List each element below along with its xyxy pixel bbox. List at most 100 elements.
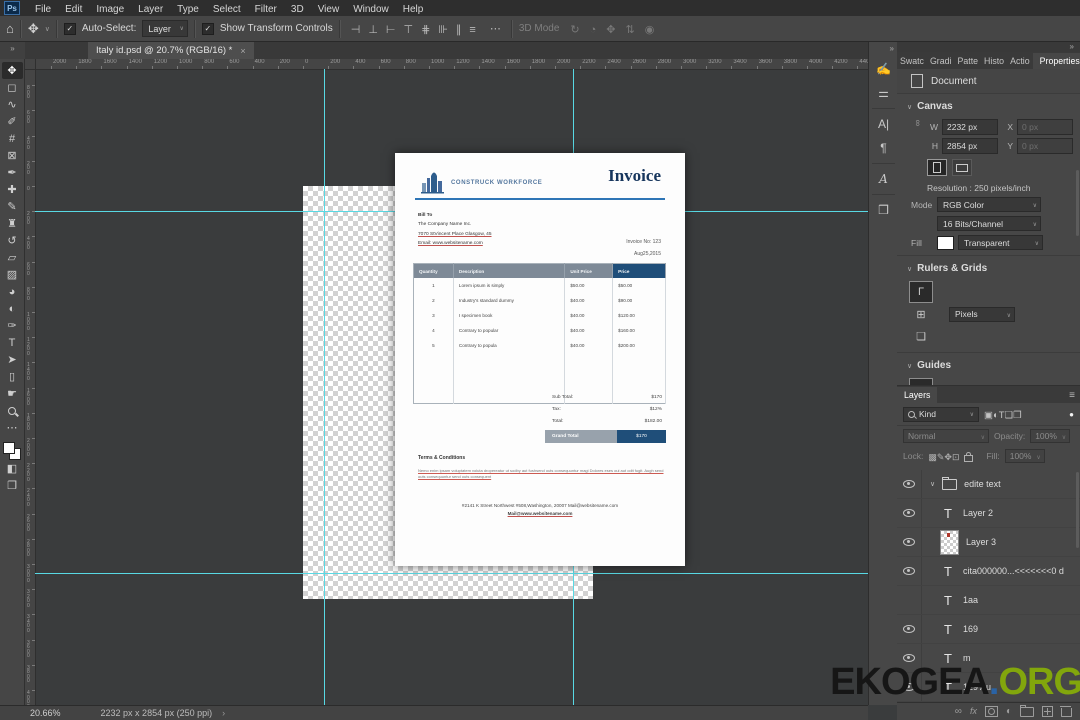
guides-section-header[interactable]: ∨ Guides	[897, 353, 1080, 375]
lock-artboard-icon[interactable]: ⊡	[952, 452, 960, 462]
auto-select-dropdown[interactable]: Layer ∨	[142, 20, 188, 37]
color-mode-dropdown[interactable]: RGB Color ∨	[937, 197, 1041, 212]
layer-effects-icon[interactable]: fx	[970, 707, 977, 716]
new-group-icon[interactable]	[1020, 704, 1034, 717]
edit-toolbar-tool[interactable]: ⋯	[2, 419, 23, 436]
menu-type[interactable]: Type	[170, 4, 206, 15]
menu-3d[interactable]: 3D	[284, 4, 311, 15]
distribute-left-icon[interactable]: ⋕	[417, 24, 434, 36]
status-arrow-icon[interactable]: ›	[222, 708, 225, 718]
close-tab-icon[interactable]: ×	[240, 46, 245, 56]
auto-select-checkbox[interactable]: ✓	[63, 22, 76, 35]
menu-layer[interactable]: Layer	[131, 4, 170, 15]
lock-all-icon[interactable]	[964, 451, 974, 462]
move-tool-preset-icon[interactable]: ✥	[28, 22, 39, 35]
eyedropper-tool[interactable]: ✒	[2, 164, 23, 181]
more-options-icon[interactable]: ⋯	[486, 22, 505, 35]
3d-drag-icon[interactable]: ✥	[601, 24, 620, 36]
libraries-panel-icon[interactable]: ❒	[869, 198, 898, 222]
ruler-units-dropdown[interactable]: Pixels ∨	[949, 306, 1015, 322]
path-select-tool[interactable]: ➤	[2, 351, 23, 368]
filter-kind-dropdown[interactable]: Kind ∨	[903, 406, 979, 422]
layer-row[interactable]: ∨ edite text	[897, 470, 1080, 499]
quick-select-tool[interactable]: ✐	[2, 113, 23, 130]
align-horizontal-centers-icon[interactable]: ⊥	[364, 24, 382, 36]
fill-dropdown[interactable]: Transparent ∨	[958, 235, 1043, 250]
layer-row[interactable]: T 169	[897, 615, 1080, 644]
visibility-toggle[interactable]	[897, 528, 922, 556]
toolbar-expand-icon[interactable]: »	[0, 42, 25, 59]
tab-properties[interactable]: Properties	[1032, 53, 1080, 69]
ruler-corner[interactable]	[25, 59, 36, 70]
3d-roll-icon[interactable]: ◔	[585, 24, 602, 36]
history-brush-tool[interactable]: ↺	[2, 232, 23, 249]
panel-menu-icon[interactable]: ≡	[1069, 390, 1080, 403]
clone-source-icon[interactable]: ⚌	[869, 81, 898, 105]
menu-file[interactable]: File	[28, 4, 58, 15]
adjustment-layer-icon[interactable]: ◐	[1006, 706, 1012, 717]
height-input[interactable]: 2854 px	[942, 138, 998, 154]
menu-window[interactable]: Window	[346, 4, 396, 15]
layer-name[interactable]: Layer 2	[963, 508, 993, 518]
layer-row[interactable]: Layer 3	[897, 528, 1080, 557]
lock-transparency-icon[interactable]: ▩	[928, 452, 937, 462]
layer-row[interactable]: T 1aa	[897, 586, 1080, 615]
new-layer-icon[interactable]	[1042, 706, 1053, 717]
layers-scrollbar[interactable]	[1076, 472, 1079, 548]
filter-smart-objects-icon[interactable]: ❒	[1013, 410, 1022, 421]
tab-layers[interactable]: Layers	[897, 387, 938, 403]
crop-tool[interactable]: #	[2, 130, 23, 147]
clone-stamp-tool[interactable]: ♜	[2, 215, 23, 232]
3d-camera-icon[interactable]: ◉	[640, 24, 660, 36]
eraser-tool[interactable]: ▱	[2, 249, 23, 266]
zoom-tool[interactable]	[2, 402, 23, 419]
home-icon[interactable]: ⌂	[6, 22, 14, 35]
tab-histo[interactable]: Histo	[981, 53, 1007, 69]
expand-panels-icon[interactable]: »	[869, 42, 898, 57]
shape-tool[interactable]: ▯	[2, 368, 23, 385]
show-transform-checkbox[interactable]: ✓	[201, 22, 214, 35]
dodge-tool[interactable]: ◐	[2, 300, 23, 317]
delete-layer-icon[interactable]	[1060, 706, 1072, 717]
document-tab[interactable]: Italy id.psd @ 20.7% (RGB/16) * ×	[88, 42, 254, 59]
tab-patte[interactable]: Patte	[954, 53, 981, 69]
landscape-orientation-button[interactable]	[952, 159, 972, 176]
vertical-ruler[interactable]: 800 600 400 200 0 200 400 600 800 1 0 0 …	[25, 69, 36, 705]
lock-position-icon[interactable]: ✥	[944, 452, 952, 462]
collapse-panels-icon[interactable]: »	[897, 42, 1080, 52]
foreground-color-swatch[interactable]	[3, 442, 15, 454]
menu-view[interactable]: View	[311, 4, 347, 15]
document-viewport[interactable]: CONSTRUCK WORKFORCE Invoice Bill To The …	[35, 69, 868, 705]
horizontal-ruler[interactable]: 2000 1800 1600 1400 1200 1000 800 600 40	[35, 59, 868, 70]
snap-toggle-icon[interactable]: ❏	[909, 325, 933, 347]
menu-help[interactable]: Help	[396, 4, 431, 15]
distribute-top-icon[interactable]: ≡	[465, 24, 479, 36]
ruler-toggle-icon[interactable]: Γ	[909, 281, 933, 303]
menu-select[interactable]: Select	[206, 4, 248, 15]
layer-row[interactable]: T Layer 2	[897, 499, 1080, 528]
move-tool[interactable]: ✥	[1, 62, 23, 79]
3d-slide-icon[interactable]: ⇅	[621, 24, 640, 36]
link-dimensions-icon[interactable]: ∞	[913, 120, 923, 126]
healing-tool[interactable]: ✚	[2, 181, 23, 198]
fill-input[interactable]: 100% ∨	[1004, 449, 1045, 463]
rulers-grids-section-header[interactable]: ∨ Rulers & Grids	[897, 256, 1080, 278]
visibility-toggle[interactable]	[897, 615, 922, 643]
visibility-toggle[interactable]	[897, 586, 922, 614]
visibility-toggle[interactable]	[897, 470, 922, 498]
gradient-tool[interactable]: ▨	[2, 266, 23, 283]
distribute-center-icon[interactable]: ⊪	[434, 24, 452, 36]
width-input[interactable]: 2232 px	[942, 119, 998, 135]
opacity-input[interactable]: 100% ∨	[1030, 429, 1071, 443]
color-swatches[interactable]	[3, 442, 21, 460]
align-right-edges-icon[interactable]: ⊢	[382, 24, 400, 36]
tab-swatc[interactable]: Swatc	[897, 53, 927, 69]
canvas-section-header[interactable]: ∨ Canvas	[897, 94, 1080, 116]
bit-depth-dropdown[interactable]: 16 Bits/Channel ∨	[937, 216, 1041, 231]
align-left-edges-icon[interactable]: ⊣	[347, 24, 365, 36]
filter-pixel-layers-icon[interactable]: ▣	[984, 410, 993, 421]
pen-tool[interactable]: ✑	[2, 317, 23, 334]
screen-mode-tool[interactable]: ❐	[2, 477, 23, 494]
tab-gradi[interactable]: Gradi	[927, 53, 955, 69]
visibility-toggle[interactable]	[897, 557, 922, 585]
